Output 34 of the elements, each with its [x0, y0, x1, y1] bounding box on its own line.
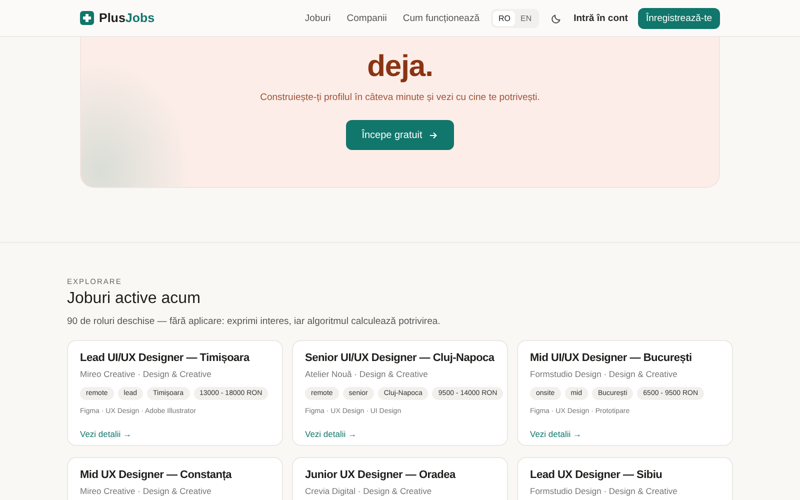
job-company: Mireo Creative · Design & Creative — [80, 486, 212, 496]
job-card[interactable]: Mid UX Designer — Constanța Mireo Creative · Design & Creative — [67, 457, 283, 500]
details-link[interactable]: Vezi detalii → — [80, 429, 132, 439]
nav-link[interactable]: Joburi — [304, 12, 331, 24]
job-title: Lead UI/UX Designer — Timișoara — [80, 352, 251, 364]
arrow-icon — [429, 130, 438, 140]
job-company: Crevia Digital · Design & Creative — [305, 486, 433, 496]
language-option[interactable]: RO — [493, 10, 516, 26]
details-link[interactable]: Vezi detalii → — [530, 429, 582, 439]
job-title: Mid UX Designer — Constanța — [80, 469, 233, 481]
job-company: Formstudio Design · Design & Creative — [530, 486, 678, 496]
section-title: Joburi active acum — [67, 290, 202, 308]
job-company: Formstudio Design · Design & Creative — [530, 369, 678, 379]
details-link[interactable]: Vezi detalii → — [305, 429, 356, 439]
register-button[interactable]: Înregistrează-te — [638, 8, 720, 28]
nav-link[interactable]: Companii — [346, 12, 387, 24]
plus-logo-icon — [80, 11, 94, 25]
moon-icon[interactable] — [550, 12, 562, 24]
language-option[interactable]: EN — [515, 10, 537, 26]
job-title: Lead UX Designer — Sibiu — [530, 469, 664, 481]
job-title: Senior UI/UX Designer — Cluj-Napoca — [305, 352, 496, 364]
hero-heading: deja. — [367, 50, 433, 84]
job-title: Junior UX Designer — Oradea — [305, 469, 457, 481]
job-company: Mireo Creative · Design & Creative — [80, 369, 212, 379]
login-link[interactable]: Intră în cont — [574, 12, 628, 24]
logo-text[interactable]: PlusJobs — [99, 11, 155, 25]
nav-link[interactable]: Cum funcționează — [402, 12, 480, 24]
job-company: Atelier Nouă · Design & Creative — [305, 369, 429, 379]
job-card[interactable]: Junior UX Designer — Oradea Crevia Digital · Design & Creative — [292, 457, 508, 500]
start-button[interactable]: Începe gratuit — [346, 120, 454, 150]
section-description: 90 de roluri deschise — fără aplicare: exprimi interes, iar algoritmul calculează potrivirea. — [67, 316, 442, 327]
job-title: Mid UI/UX Designer — București — [530, 352, 693, 364]
hero-subtitle: Construiește-ți profilul în câteva minute și vezi cu cine te potrivești. — [260, 92, 540, 103]
job-card[interactable]: Lead UX Designer — Sibiu Formstudio Design · Design & Creative — [517, 457, 733, 500]
